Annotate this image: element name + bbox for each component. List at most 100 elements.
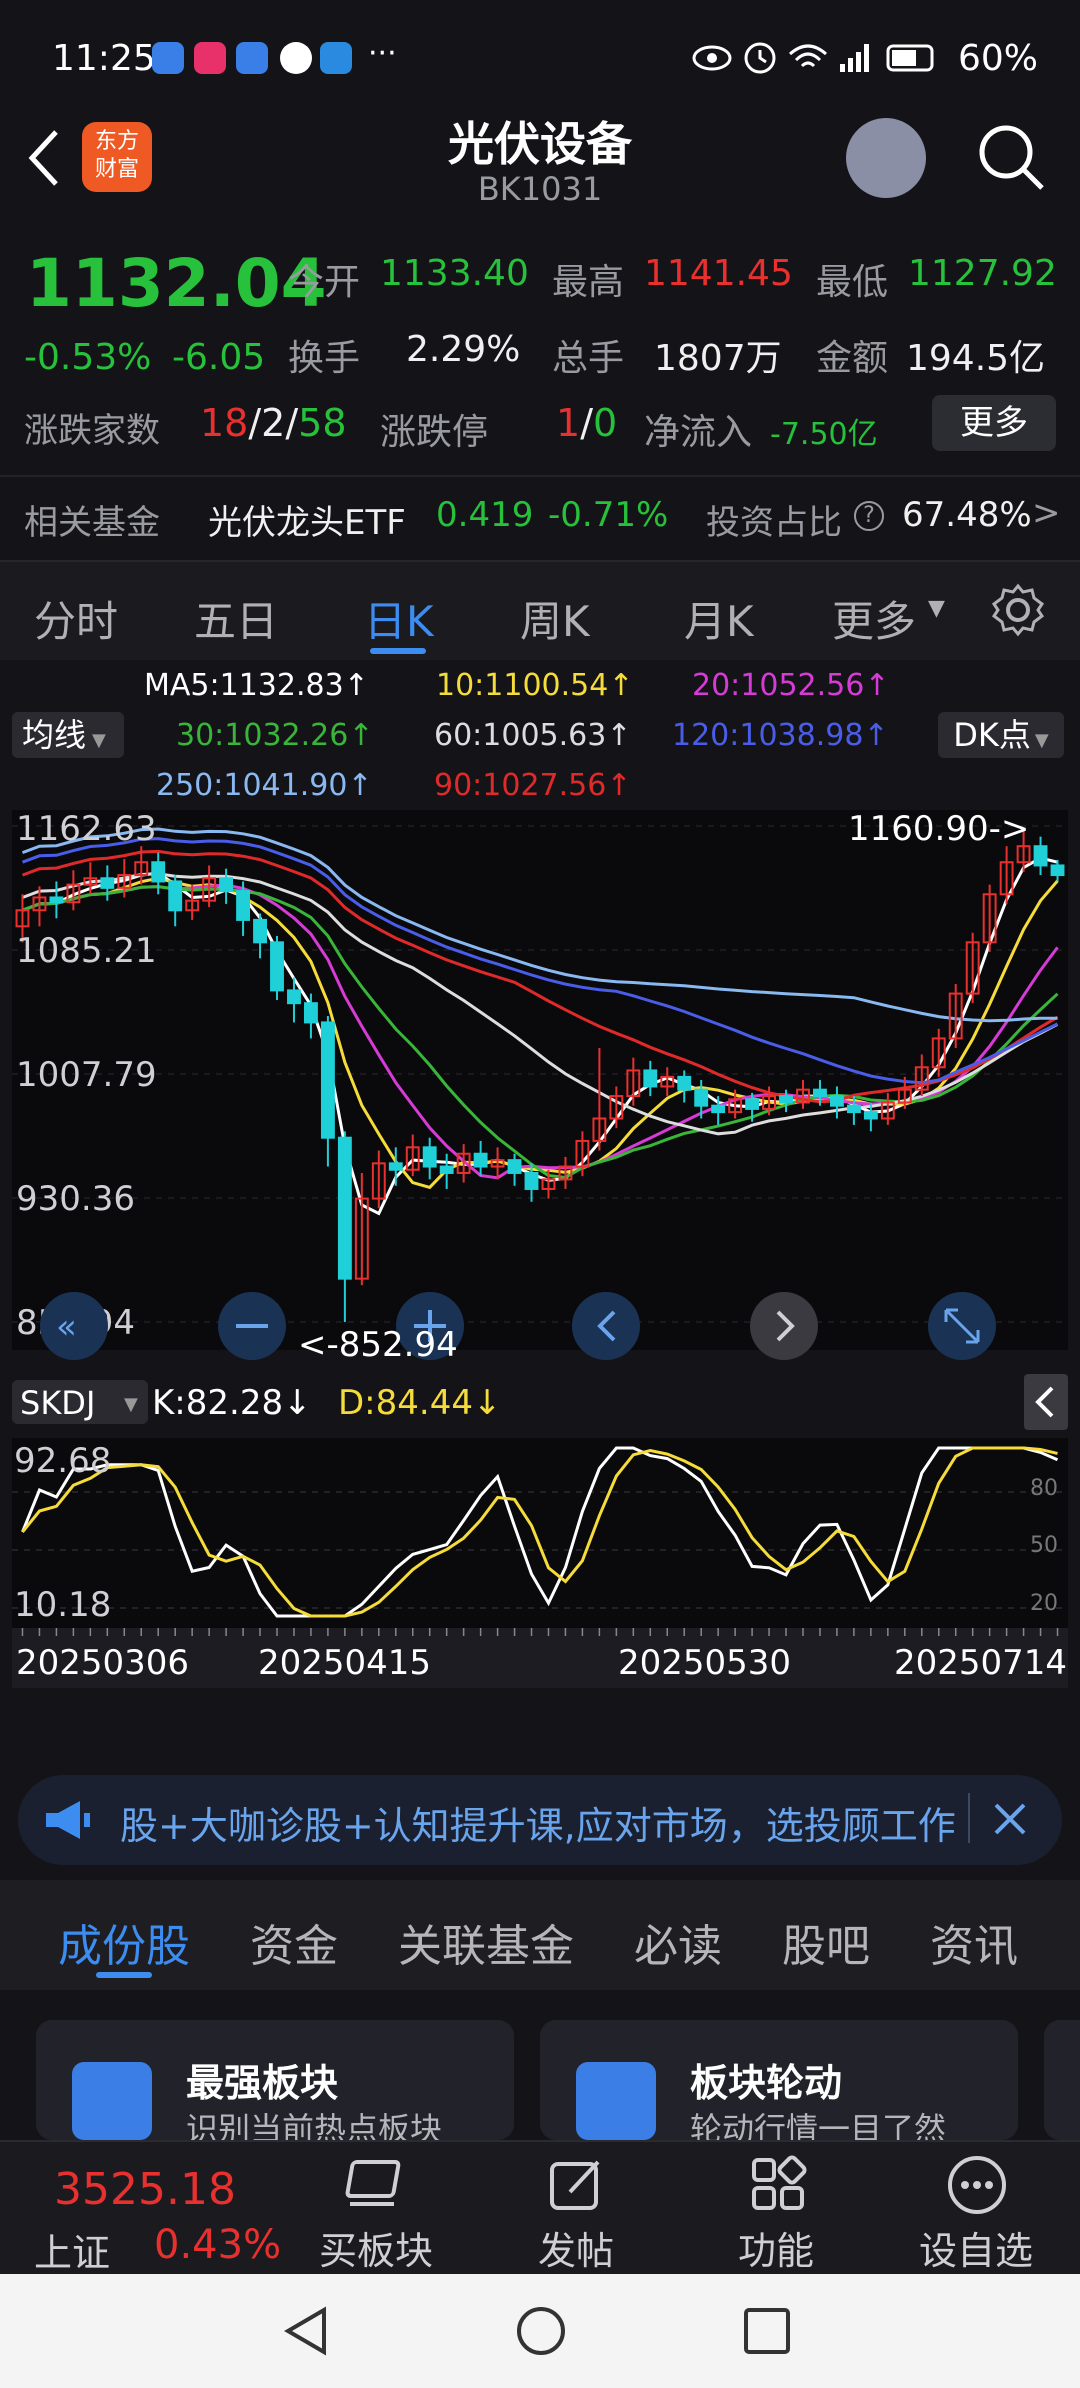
nav-label: 功能 xyxy=(737,2229,814,2273)
system-back-icon[interactable] xyxy=(280,2304,334,2358)
netflow-value: -7.50亿 xyxy=(770,417,878,452)
chevron-right-icon[interactable]: > xyxy=(1032,493,1061,533)
dropdown-arrow-icon: ▼ xyxy=(928,596,945,621)
edit-icon xyxy=(550,2160,600,2210)
nav-functions[interactable]: 功能 xyxy=(676,2142,876,2276)
candle-body xyxy=(168,880,183,912)
next-button[interactable] xyxy=(750,1292,818,1360)
zoom-out-button[interactable] xyxy=(218,1292,286,1360)
limit-up: 1 xyxy=(556,401,581,445)
slash: / xyxy=(285,401,299,445)
candle-body xyxy=(151,861,166,883)
indicator-ytick-top: 92.68 xyxy=(14,1441,111,1481)
close-icon[interactable] xyxy=(990,1799,1030,1839)
dk-button[interactable]: DK点 ▼ xyxy=(938,712,1064,758)
fullscreen-button[interactable] xyxy=(928,1292,996,1360)
ma-selector[interactable]: 均线 ▼ xyxy=(12,712,124,758)
ma-selector-label: 均线 xyxy=(22,716,87,754)
dropdown-arrow-icon: ▼ xyxy=(1034,730,1049,751)
prev-button[interactable] xyxy=(572,1292,640,1360)
tab-fenshi[interactable]: 分时 xyxy=(34,588,118,649)
settings-gear-icon[interactable] xyxy=(990,582,1046,638)
tab-components[interactable]: 成份股 xyxy=(58,1910,190,1974)
ma250-legend: 250:1041.90↑ xyxy=(156,768,373,803)
robot-avatar-icon[interactable] xyxy=(846,118,926,198)
kline-svg[interactable]: 1162.631085.211007.79930.36852.94 « 1160… xyxy=(0,810,1080,1750)
price: 1132.04 xyxy=(26,245,327,322)
candle-body xyxy=(711,1104,726,1114)
period-tabs: 分时 五日 日K 周K 月K 更多 ▼ xyxy=(0,560,1080,660)
status-bar: 11:25 ··· 60% xyxy=(0,0,1080,110)
search-icon[interactable] xyxy=(976,122,1046,192)
card-next[interactable] xyxy=(1044,2020,1080,2140)
low-value: 1127.92 xyxy=(908,253,1057,294)
flat-count: 2 xyxy=(261,401,286,445)
candle-body xyxy=(303,1002,318,1024)
collapse-button[interactable] xyxy=(1024,1374,1068,1430)
svg-text:«: « xyxy=(56,1307,77,1347)
updown-label: 涨跌家数 xyxy=(24,411,160,451)
candle-body xyxy=(439,1165,454,1174)
system-home-icon[interactable] xyxy=(514,2304,568,2358)
nav-label: 买板块 xyxy=(318,2229,433,2273)
fund-change: -0.71% xyxy=(548,495,669,535)
date-tick: 20250530 xyxy=(618,1643,791,1683)
card-sector-rotation[interactable]: 板块轮动 轮动行情一目了然 xyxy=(540,2020,1018,2148)
system-recent-icon[interactable] xyxy=(742,2306,792,2356)
more-notifications: ··· xyxy=(368,36,397,71)
nav-label: 发帖 xyxy=(537,2229,614,2273)
status-icons xyxy=(692,42,934,74)
dk-button-label: DK点 xyxy=(953,716,1031,754)
ma60-legend: 60:1005.63↑ xyxy=(434,718,632,753)
nav-add-watchlist[interactable]: 设自选 xyxy=(876,2142,1076,2276)
ratio-value: 67.48% xyxy=(902,495,1032,535)
app-icon xyxy=(236,42,268,74)
card-strongest-sector[interactable]: 最强板块 识别当前热点板块 xyxy=(36,2020,514,2148)
tab-more[interactable]: 更多 xyxy=(832,588,916,649)
buy-sector-icon xyxy=(345,2160,401,2206)
fund-label: 相关基金 xyxy=(24,503,160,543)
tab-forum[interactable]: 股吧 xyxy=(782,1910,870,1974)
card-title: 最强板块 xyxy=(186,2061,339,2105)
tab-news[interactable]: 资讯 xyxy=(930,1910,1018,1974)
help-icon[interactable]: ? xyxy=(854,501,884,531)
y-tick-label: 930.36 xyxy=(16,1179,135,1219)
tab-must-read[interactable]: 必读 xyxy=(634,1910,722,1974)
app-icon xyxy=(152,42,184,74)
status-time: 11:25 xyxy=(52,38,156,79)
candle-body xyxy=(253,918,267,944)
tab-month-k[interactable]: 月K xyxy=(684,588,754,649)
slash: / xyxy=(248,401,262,445)
candle-body xyxy=(236,890,251,921)
tab-week-k[interactable]: 周K xyxy=(520,588,590,649)
scroll-left-button[interactable]: « xyxy=(40,1292,108,1360)
candle-body xyxy=(643,1069,658,1088)
candle-body xyxy=(337,1136,352,1280)
index-ticker[interactable]: 3525.18 上证 0.43% xyxy=(0,2142,300,2276)
nav-label: 设自选 xyxy=(918,2229,1033,2273)
slash: / xyxy=(580,401,593,445)
tab-related-funds[interactable]: 关联基金 xyxy=(398,1910,574,1974)
more-button[interactable]: 更多 xyxy=(932,395,1056,451)
ratio-label: 投资占比 xyxy=(706,503,842,543)
y-tick-label: 1085.21 xyxy=(16,931,157,971)
notice-text: 股+大咖诊股+认知提升课,应对市场，选投顾工作 xyxy=(120,1804,956,1848)
header: 东方 财富 光伏设备 BK1031 xyxy=(0,100,1080,225)
candle-body xyxy=(270,941,284,992)
tab-day-k[interactable]: 日K xyxy=(364,588,434,649)
fund-name[interactable]: 光伏龙头ETF xyxy=(208,495,406,544)
indicator-d: D:84.44↓ xyxy=(338,1383,501,1423)
app-icon xyxy=(194,42,226,74)
notice-banner[interactable]: 股+大咖诊股+认知提升课,应对市场，选投顾工作 xyxy=(18,1775,1062,1865)
candle-body xyxy=(677,1075,692,1091)
nav-post[interactable]: 发帖 xyxy=(476,2142,676,2276)
indicator-plot-bg xyxy=(12,1438,1068,1628)
tab-five-day[interactable]: 五日 xyxy=(194,588,278,649)
nav-buy-sector[interactable]: 买板块 xyxy=(276,2142,476,2276)
candle-body xyxy=(1050,864,1065,877)
date-tick: 20250415 xyxy=(258,1643,431,1683)
chart-board-icon xyxy=(72,2062,152,2140)
turnover-label: 换手 xyxy=(288,338,361,379)
grid-icon xyxy=(752,2155,807,2210)
tab-funds[interactable]: 资金 xyxy=(250,1910,338,1974)
